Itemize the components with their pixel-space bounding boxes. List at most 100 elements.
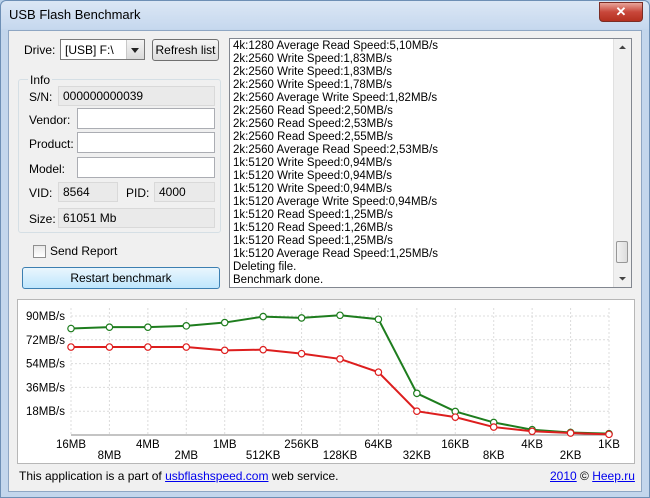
x-tick-label: 8KB [483,450,505,462]
x-tick-label: 16KB [441,439,469,451]
series-point-1 [182,343,191,351]
x-tick-label: 64KB [364,439,392,451]
size-field: 61051 Mb [58,208,215,228]
benchmark-log[interactable]: 4k:1280 Average Read Speed:5,10MB/s 2k:25… [229,38,632,288]
vid-field: 8564 [58,182,118,202]
log-lines: 4k:1280 Average Read Speed:5,10MB/s 2k:25… [233,40,613,287]
series-point-1 [413,407,421,415]
model-field[interactable] [77,157,215,178]
speed-chart: 90MB/s 72MB/s 54MB/s 36MB/s 18MB/s 16MB 8MB 4MB… [17,299,635,464]
series-point-0 [144,323,152,331]
log-line: 2k:2560 Write Speed:1,83MB/s [233,53,392,65]
drive-select-value: [USB] F:\ [65,43,114,57]
series-point-1 [144,343,152,351]
close-button[interactable]: ✕ [599,2,643,22]
series-point-1 [451,413,460,421]
product-label: Product: [29,137,74,151]
log-line: 1k:5120 Average Read Speed:1,25MB/s [233,248,439,260]
series-point-1 [528,427,536,436]
vendor-label: Vendor: [29,113,71,127]
y-tick-label: 90MB/s [26,311,65,323]
series-point-0 [182,322,191,330]
log-line: 2k:2560 Write Speed:1,83MB/s [233,66,392,78]
log-line: Benchmark done. [233,274,324,286]
x-tick-label: 512KB [246,450,281,462]
log-line: 1k:5120 Read Speed:1,25MB/s [233,209,393,221]
x-tick-label: 4KB [521,439,543,451]
x-tick-label: 2KB [560,450,582,462]
scroll-thumb[interactable] [616,241,628,263]
title-bar[interactable]: USB Flash Benchmark ✕ [1,1,649,29]
log-line: 1k:5120 Read Speed:1,25MB/s [233,235,393,247]
series-point-0 [297,314,306,322]
series-point-1 [374,368,383,376]
y-tick-label: 54MB/s [26,359,65,371]
series-point-1 [605,430,613,439]
size-label: Size: [29,212,56,226]
sn-field: 000000000039 [58,86,215,106]
client-area: Drive: [USB] F:\ Refresh list Info S/N: … [8,30,642,492]
x-tick-label: 256KB [284,439,319,451]
sn-label: S/N: [29,90,53,104]
log-line: 1k:5120 Read Speed:1,26MB/s [233,222,393,234]
drive-select[interactable]: [USB] F:\ [60,39,145,60]
scroll-down-icon[interactable] [614,270,631,287]
log-scrollbar[interactable] [613,39,631,287]
speed-chart-svg: 90MB/s 72MB/s 54MB/s 36MB/s 18MB/s 16MB 8MB 4MB… [26,308,620,462]
series-point-1 [259,345,267,354]
y-tick-label: 72MB/s [26,335,65,347]
chevron-down-icon[interactable] [126,40,144,59]
vendor-field[interactable] [77,108,215,129]
log-line: 1k:5120 Average Write Speed:0,94MB/s [233,196,438,208]
footer-text-before: This application is a part of [19,469,166,483]
vid-label: VID: [29,186,53,200]
log-line: 1k:5120 Write Speed:0,94MB/s [233,157,392,169]
log-line: 2k:2560 Read Speed:2,53MB/s [233,118,393,130]
credit-year-link[interactable]: 2010 [550,469,577,483]
footer-credit: 2010 © Heep.ru [550,469,635,483]
pid-label: PID: [126,186,150,200]
log-line: 2k:2560 Average Write Speed:1,82MB/s [233,92,438,104]
series-point-0 [413,389,421,398]
x-tick-label: 16MB [56,439,86,451]
series-point-1 [297,349,306,358]
credit-separator: © [576,469,593,483]
log-line: 2k:2560 Read Speed:2,50MB/s [233,105,393,117]
x-tick-label: 32KB [403,450,431,462]
drive-label: Drive: [24,43,56,57]
series-point-1 [336,355,344,363]
info-group-label: Info [28,73,53,87]
series-point-0 [220,318,229,327]
refresh-list-button[interactable]: Refresh list [152,39,219,61]
series-point-0 [259,312,267,321]
usbflashspeed-link[interactable]: usbflashspeed.com [165,469,268,483]
series-point-1 [105,343,114,351]
scroll-up-icon[interactable] [614,39,631,56]
series-point-1 [220,346,229,355]
series-point-1 [67,343,75,351]
x-tick-label: 128KB [323,450,358,462]
pid-field: 4000 [154,182,215,202]
window-title: USB Flash Benchmark [9,7,141,22]
log-line: 2k:2560 Write Speed:1,78MB/s [233,79,392,91]
log-line: 1k:5120 Write Speed:0,94MB/s [233,183,392,195]
app-window: USB Flash Benchmark ✕ Drive: [USB] F:\ R… [0,0,650,498]
close-icon: ✕ [615,4,627,19]
heep-link[interactable]: Heep.ru [592,469,635,483]
series-point-0 [105,323,114,331]
send-report-checkbox[interactable] [33,245,46,258]
series-point-0 [336,311,344,320]
send-report-label[interactable]: Send Report [50,244,117,258]
model-label: Model: [29,162,66,176]
x-tick-label: 2MB [174,450,198,462]
series-point-1 [566,429,575,437]
log-line: 2k:2560 Average Read Speed:2,53MB/s [233,144,439,156]
product-field[interactable] [77,132,215,153]
x-tick-label: 4MB [136,439,160,451]
series-point-0 [374,315,383,324]
log-line: 2k:2560 Read Speed:2,55MB/s [233,131,393,143]
log-line: 1k:5120 Write Speed:0,94MB/s [233,170,392,182]
restart-benchmark-button[interactable]: Restart benchmark [22,267,220,289]
footer-text-after: web service. [268,469,339,483]
series-point-0 [67,324,75,333]
